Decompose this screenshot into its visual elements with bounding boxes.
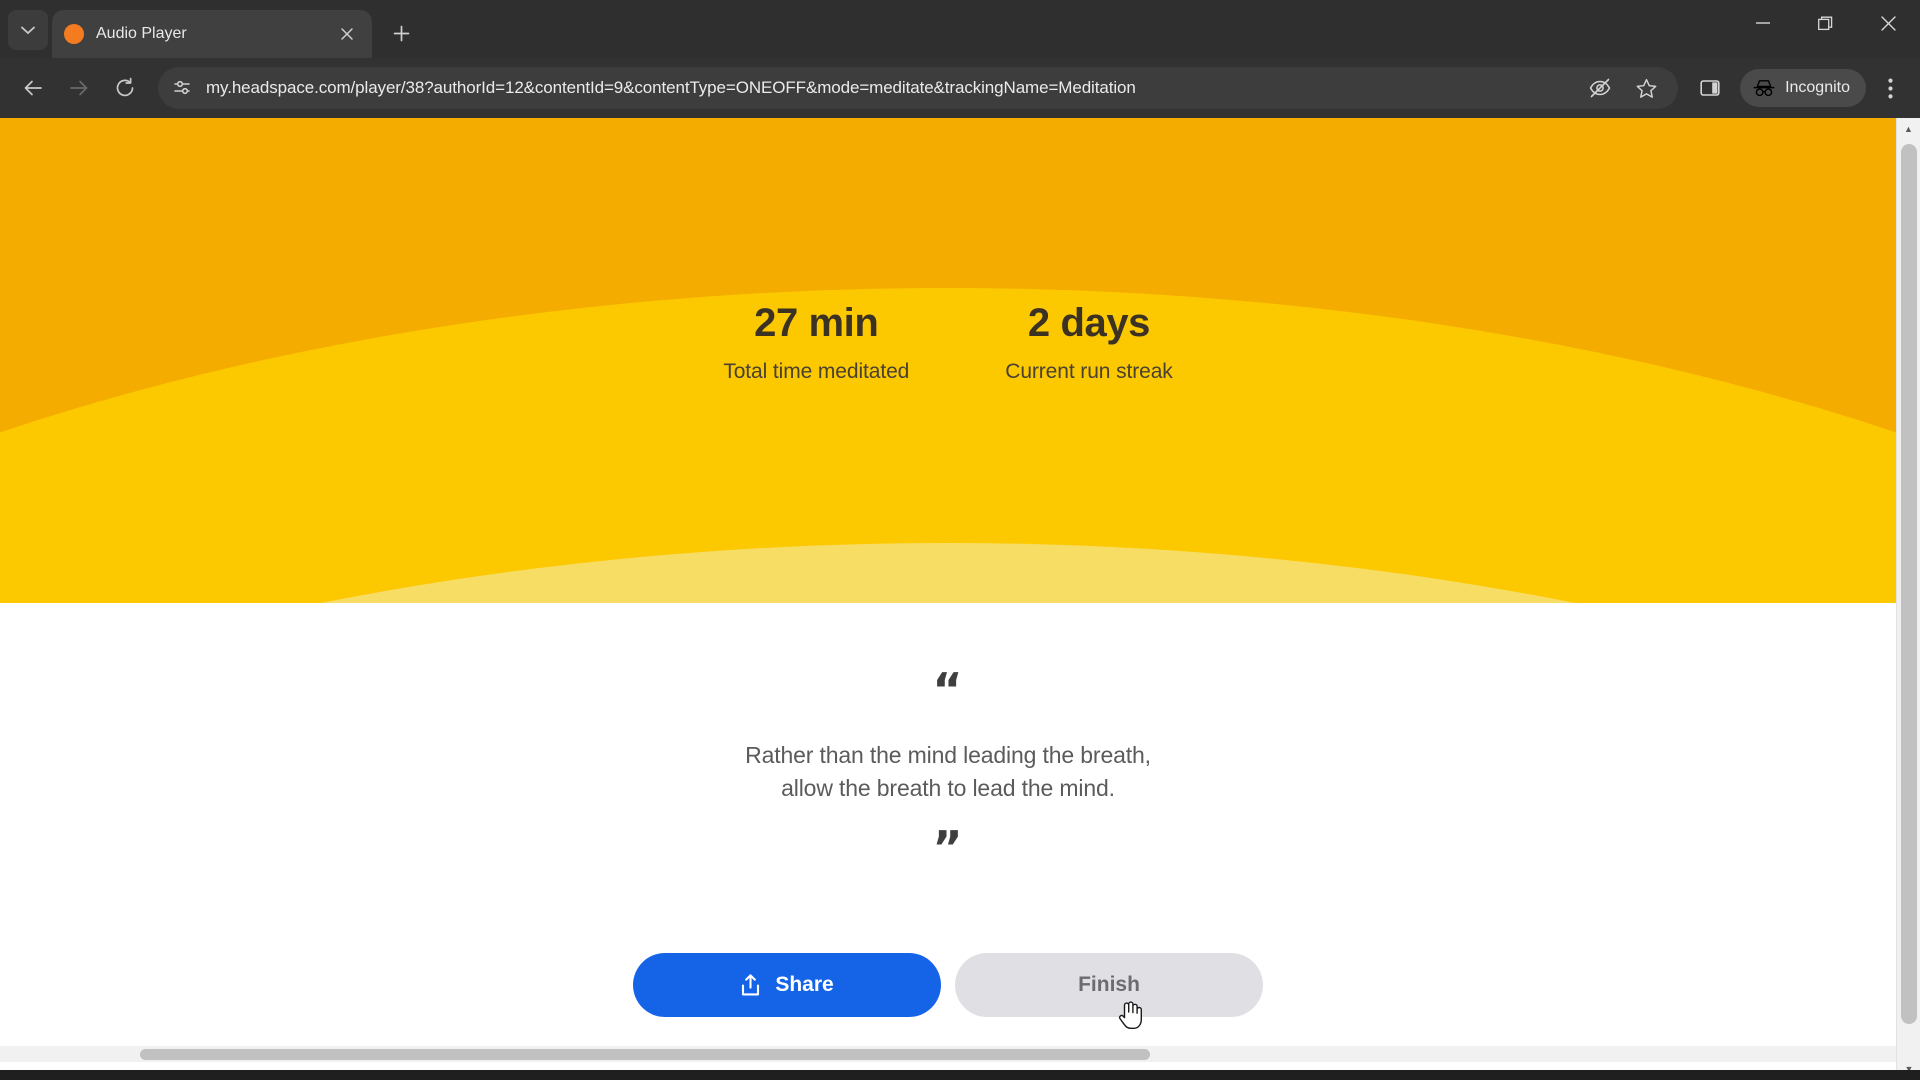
horizontal-scrollbar[interactable] bbox=[0, 1046, 1896, 1062]
reload-icon bbox=[116, 77, 134, 97]
headspace-favicon bbox=[64, 24, 84, 44]
forward-button[interactable] bbox=[58, 67, 100, 109]
browser-tab[interactable]: Audio Player bbox=[52, 10, 372, 58]
arrow-right-icon bbox=[70, 80, 88, 96]
new-tab-button[interactable] bbox=[382, 14, 420, 52]
plus-icon bbox=[393, 25, 409, 41]
browser-toolbar: my.headspace.com/player/38?authorId=12&c… bbox=[0, 58, 1920, 118]
tab-search-button[interactable] bbox=[8, 10, 48, 50]
incognito-indicator[interactable]: Incognito bbox=[1740, 69, 1866, 107]
close-window-button[interactable] bbox=[1856, 0, 1920, 46]
stat-total-time: 27 min Total time meditated bbox=[723, 300, 909, 384]
maximize-restore-button[interactable] bbox=[1794, 0, 1856, 46]
finish-button-label: Finish bbox=[1078, 973, 1140, 996]
horizontal-scrollbar-thumb[interactable] bbox=[140, 1049, 1150, 1060]
arrow-left-icon bbox=[24, 80, 42, 96]
tune-icon bbox=[174, 80, 190, 95]
star-icon bbox=[1636, 78, 1656, 98]
incognito-label: Incognito bbox=[1785, 79, 1850, 96]
tracking-protection-button[interactable] bbox=[1580, 68, 1620, 108]
reload-button[interactable] bbox=[104, 67, 146, 109]
session-summary-hero: 27 min Total time meditated 2 days Curre… bbox=[0, 118, 1896, 603]
site-settings-icon[interactable] bbox=[172, 78, 192, 98]
minimize-icon bbox=[1756, 22, 1770, 24]
side-panel-button[interactable] bbox=[1690, 68, 1730, 108]
quote-close-mark: ” bbox=[932, 821, 964, 876]
stats-row: 27 min Total time meditated 2 days Curre… bbox=[0, 300, 1896, 384]
close-icon bbox=[1880, 15, 1896, 31]
chevron-down-icon bbox=[21, 26, 35, 34]
stat-run-streak: 2 days Current run streak bbox=[1005, 300, 1173, 384]
page-viewport: 27 min Total time meditated 2 days Curre… bbox=[0, 118, 1920, 1080]
finish-button[interactable]: Finish bbox=[955, 953, 1263, 1017]
vertical-scrollbar-thumb[interactable] bbox=[1901, 144, 1917, 1024]
stat-value: 27 min bbox=[754, 301, 879, 345]
quote-block: “ Rather than the mind leading the breat… bbox=[738, 663, 1158, 876]
three-dot-menu-icon bbox=[1887, 78, 1893, 98]
stat-label: Total time meditated bbox=[723, 360, 910, 383]
action-buttons: Share Finish bbox=[633, 953, 1263, 1017]
bookmark-button[interactable] bbox=[1626, 68, 1666, 108]
scroll-up-button[interactable]: ▲ bbox=[1897, 118, 1920, 140]
window-controls bbox=[1732, 0, 1920, 46]
close-tab-button[interactable] bbox=[334, 21, 360, 47]
tab-title: Audio Player bbox=[96, 25, 187, 42]
share-button-label: Share bbox=[775, 973, 834, 996]
side-panel-icon bbox=[1700, 80, 1720, 96]
omnibox-actions bbox=[1580, 68, 1666, 108]
browser-window: Audio Player my.headspace.com/player/38?… bbox=[0, 0, 1920, 1080]
stat-value: 2 days bbox=[1027, 301, 1151, 345]
summary-lower-section: “ Rather than the mind leading the breat… bbox=[0, 603, 1896, 1062]
quote-open-mark: “ bbox=[932, 663, 964, 717]
share-upload-icon bbox=[742, 973, 760, 995]
stat-label: Current run streak bbox=[1005, 360, 1173, 383]
browser-menu-button[interactable] bbox=[1870, 68, 1910, 108]
minimize-button[interactable] bbox=[1732, 0, 1794, 46]
eye-slash-icon bbox=[1589, 78, 1611, 98]
quote-text: Rather than the mind leading the breath,… bbox=[745, 741, 1151, 801]
window-bottom-edge bbox=[0, 1070, 1920, 1080]
restore-icon bbox=[1817, 16, 1832, 30]
headspace-player-page: 27 min Total time meditated 2 days Curre… bbox=[0, 118, 1896, 1062]
vertical-scrollbar[interactable]: ▲ ▼ bbox=[1896, 118, 1920, 1080]
address-bar[interactable]: my.headspace.com/player/38?authorId=12&c… bbox=[158, 67, 1679, 109]
incognito-hat-icon bbox=[1753, 80, 1775, 97]
share-button[interactable]: Share bbox=[633, 953, 941, 1017]
back-button[interactable] bbox=[12, 67, 54, 109]
close-icon bbox=[341, 28, 353, 40]
url-text: my.headspace.com/player/38?authorId=12&c… bbox=[206, 78, 1136, 97]
tab-strip: Audio Player bbox=[0, 0, 1920, 58]
